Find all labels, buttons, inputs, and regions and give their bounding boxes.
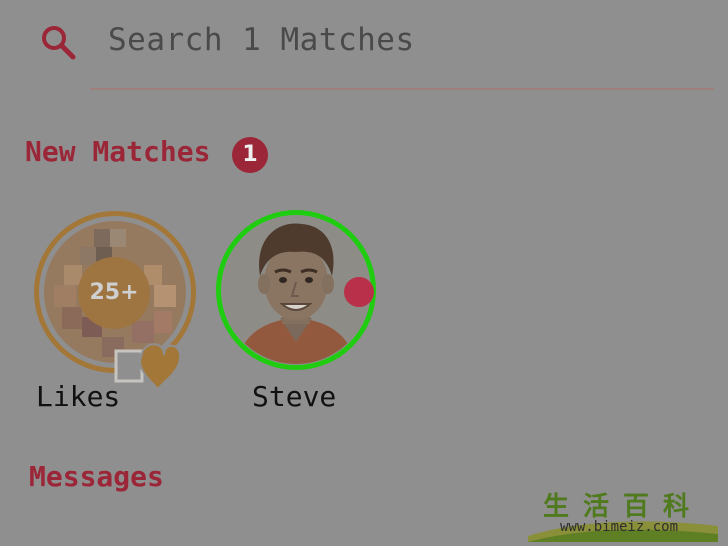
likes-label: Likes [36,380,121,413]
new-matches-title: New Matches [25,135,211,168]
watermark-logo: 生活百科 www.bimeiz.com [528,486,718,542]
search-icon[interactable] [38,22,78,62]
search-divider [90,88,714,90]
heart-icon [114,343,182,391]
steve-label: Steve [252,380,337,413]
likes-match-card[interactable]: 25+ [34,211,196,391]
messages-title: Messages [29,460,164,493]
watermark-chars: 生活百科 [542,492,703,522]
watermark-url: www.bimeiz.com [560,519,679,535]
new-matches-count-badge: 1 [232,137,268,173]
new-match-dot [344,277,374,307]
search-input[interactable]: Search 1 Matches [108,22,415,58]
likes-count-badge: 25+ [78,257,150,329]
